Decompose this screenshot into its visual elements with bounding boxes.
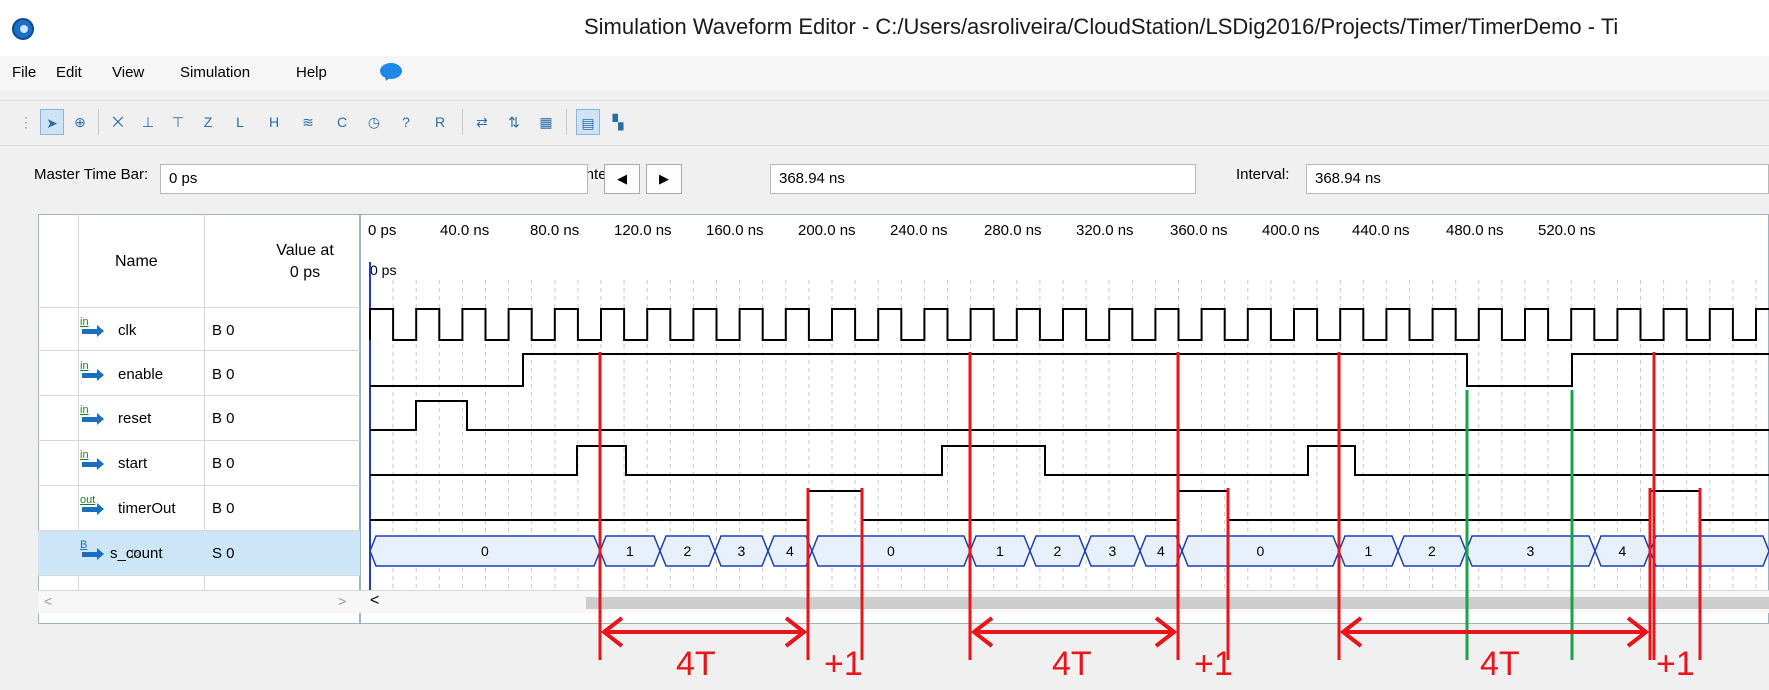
- clk-waveform: [369, 308, 1769, 341]
- waveform-drawing: [369, 262, 1769, 660]
- reset-waveform: [370, 400, 1769, 431]
- annotation-label: +1: [1194, 645, 1233, 683]
- annotation-label: 4T: [1052, 645, 1092, 683]
- s-count-value-label: 3: [1526, 543, 1535, 559]
- s-count-value-label: 3: [737, 543, 746, 559]
- enable-waveform: [370, 353, 1769, 387]
- s-count-value-label: 2: [1053, 543, 1062, 559]
- annotation-label: +1: [824, 645, 863, 683]
- start-waveform: [370, 445, 1769, 476]
- s-count-value-label: 1: [996, 543, 1004, 559]
- s-count-value-label: 2: [1428, 543, 1436, 559]
- annotation-label: 4T: [1480, 645, 1520, 683]
- s-count-value-label: 0: [887, 543, 895, 559]
- s-count-value-label: 2: [683, 543, 692, 559]
- s-count-value-label: 1: [1364, 543, 1373, 559]
- s-count-value-label: 3: [1108, 543, 1117, 559]
- s-count-segment: [1649, 535, 1769, 567]
- timerout-waveform: [370, 490, 1769, 521]
- annotation-label: +1: [1656, 645, 1695, 683]
- s-count-value-label: 4: [1157, 543, 1165, 559]
- annotation-label: 4T: [676, 645, 716, 683]
- s-count-value-label: 0: [1256, 543, 1265, 559]
- s-count-value-label: 4: [786, 543, 794, 559]
- s-count-value-label: 4: [1618, 543, 1627, 559]
- simulation-waveform-window: Simulation Waveform Editor - C:/Users/as…: [0, 0, 1769, 690]
- s-count-value-label: 1: [626, 543, 634, 559]
- s-count-value-label: 0: [481, 543, 489, 559]
